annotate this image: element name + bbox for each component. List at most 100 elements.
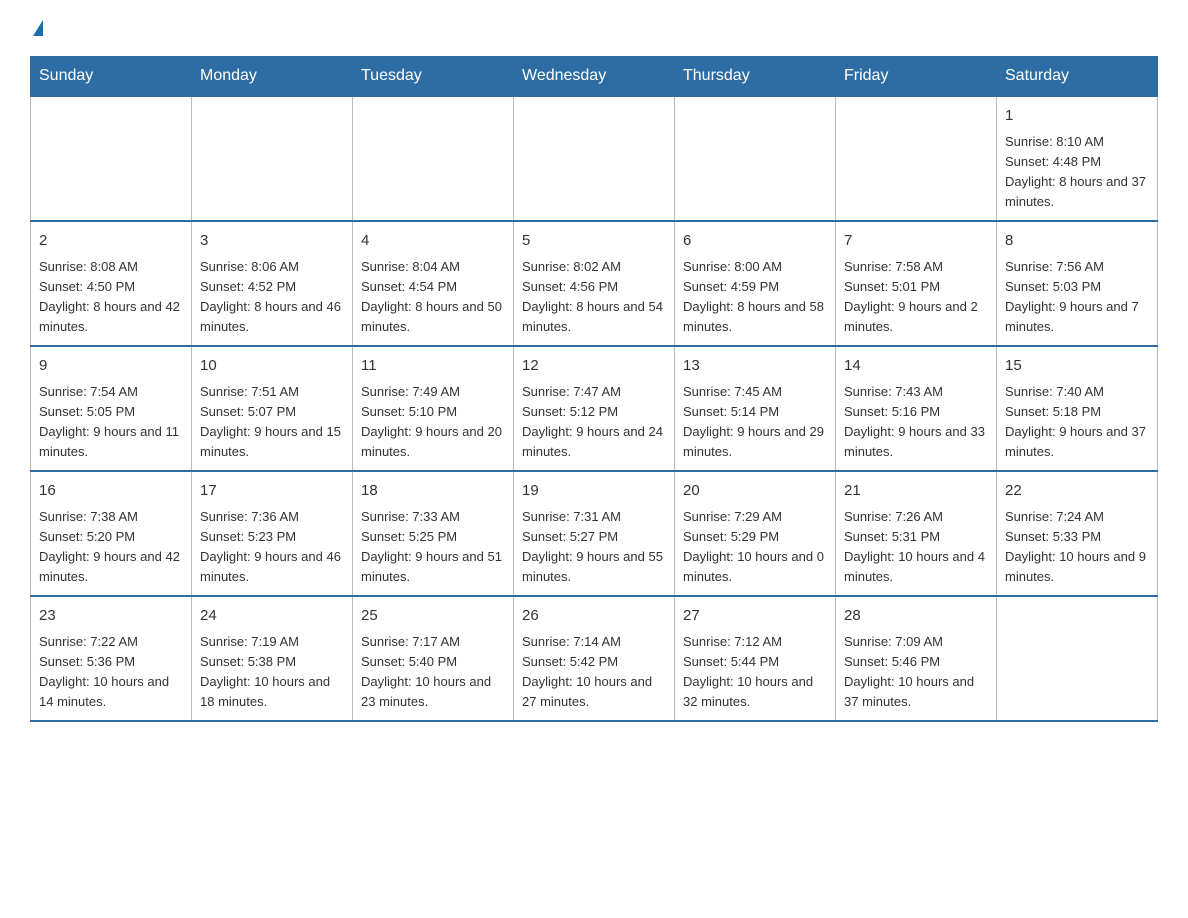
day-number: 4: [361, 230, 505, 253]
day-number: 2: [39, 230, 183, 253]
day-info: Sunrise: 7:09 AM Sunset: 5:46 PM Dayligh…: [844, 634, 974, 709]
calendar-week-row: 1 Sunrise: 8:10 AM Sunset: 4:48 PM Daylig…: [31, 96, 1158, 221]
calendar-cell: [997, 596, 1158, 721]
day-info: Sunrise: 7:58 AM Sunset: 5:01 PM Dayligh…: [844, 259, 978, 334]
day-number: 28: [844, 605, 988, 628]
calendar-cell: 27 Sunrise: 7:12 AM Sunset: 5:44 PM Dayli…: [675, 596, 836, 721]
calendar-cell: 13 Sunrise: 7:45 AM Sunset: 5:14 PM Dayli…: [675, 346, 836, 471]
day-number: 19: [522, 480, 666, 503]
page-header: [30, 20, 1158, 36]
calendar-cell: 28 Sunrise: 7:09 AM Sunset: 5:46 PM Dayli…: [836, 596, 997, 721]
day-number: 15: [1005, 355, 1149, 378]
day-number: 26: [522, 605, 666, 628]
day-info: Sunrise: 7:38 AM Sunset: 5:20 PM Dayligh…: [39, 509, 180, 584]
day-info: Sunrise: 7:26 AM Sunset: 5:31 PM Dayligh…: [844, 509, 985, 584]
day-info: Sunrise: 7:45 AM Sunset: 5:14 PM Dayligh…: [683, 384, 824, 459]
day-number: 23: [39, 605, 183, 628]
calendar-cell: [675, 96, 836, 221]
calendar-cell: 4 Sunrise: 8:04 AM Sunset: 4:54 PM Daylig…: [353, 221, 514, 346]
day-info: Sunrise: 7:51 AM Sunset: 5:07 PM Dayligh…: [200, 384, 341, 459]
calendar-header-thursday: Thursday: [675, 57, 836, 97]
day-info: Sunrise: 7:47 AM Sunset: 5:12 PM Dayligh…: [522, 384, 663, 459]
day-number: 5: [522, 230, 666, 253]
calendar-cell: 26 Sunrise: 7:14 AM Sunset: 5:42 PM Dayli…: [514, 596, 675, 721]
day-info: Sunrise: 7:22 AM Sunset: 5:36 PM Dayligh…: [39, 634, 169, 709]
calendar-cell: 10 Sunrise: 7:51 AM Sunset: 5:07 PM Dayli…: [192, 346, 353, 471]
day-number: 7: [844, 230, 988, 253]
day-number: 3: [200, 230, 344, 253]
day-info: Sunrise: 8:04 AM Sunset: 4:54 PM Dayligh…: [361, 259, 502, 334]
day-number: 12: [522, 355, 666, 378]
day-info: Sunrise: 8:02 AM Sunset: 4:56 PM Dayligh…: [522, 259, 663, 334]
calendar-cell: 22 Sunrise: 7:24 AM Sunset: 5:33 PM Dayli…: [997, 471, 1158, 596]
calendar-week-row: 16 Sunrise: 7:38 AM Sunset: 5:20 PM Dayli…: [31, 471, 1158, 596]
calendar-cell: 8 Sunrise: 7:56 AM Sunset: 5:03 PM Daylig…: [997, 221, 1158, 346]
calendar-header-tuesday: Tuesday: [353, 57, 514, 97]
day-info: Sunrise: 7:29 AM Sunset: 5:29 PM Dayligh…: [683, 509, 824, 584]
day-info: Sunrise: 7:54 AM Sunset: 5:05 PM Dayligh…: [39, 384, 179, 459]
day-number: 13: [683, 355, 827, 378]
calendar-cell: 6 Sunrise: 8:00 AM Sunset: 4:59 PM Daylig…: [675, 221, 836, 346]
calendar-cell: 5 Sunrise: 8:02 AM Sunset: 4:56 PM Daylig…: [514, 221, 675, 346]
day-info: Sunrise: 8:08 AM Sunset: 4:50 PM Dayligh…: [39, 259, 180, 334]
calendar-cell: 14Sunrise: 7:43 AM Sunset: 5:16 PM Dayli…: [836, 346, 997, 471]
calendar-cell: [353, 96, 514, 221]
day-number: 8: [1005, 230, 1149, 253]
calendar-cell: 1 Sunrise: 8:10 AM Sunset: 4:48 PM Daylig…: [997, 96, 1158, 221]
calendar-table: SundayMondayTuesdayWednesdayThursdayFrid…: [30, 56, 1158, 722]
calendar-cell: [514, 96, 675, 221]
calendar-cell: 25 Sunrise: 7:17 AM Sunset: 5:40 PM Dayli…: [353, 596, 514, 721]
calendar-cell: 11Sunrise: 7:49 AM Sunset: 5:10 PM Dayli…: [353, 346, 514, 471]
day-number: 16: [39, 480, 183, 503]
calendar-cell: 18 Sunrise: 7:33 AM Sunset: 5:25 PM Dayli…: [353, 471, 514, 596]
day-number: 9: [39, 355, 183, 378]
day-info: Sunrise: 7:40 AM Sunset: 5:18 PM Dayligh…: [1005, 384, 1146, 459]
day-info: Sunrise: 7:36 AM Sunset: 5:23 PM Dayligh…: [200, 509, 341, 584]
day-info: Sunrise: 7:17 AM Sunset: 5:40 PM Dayligh…: [361, 634, 491, 709]
calendar-cell: [192, 96, 353, 221]
calendar-week-row: 9 Sunrise: 7:54 AM Sunset: 5:05 PM Daylig…: [31, 346, 1158, 471]
day-info: Sunrise: 7:31 AM Sunset: 5:27 PM Dayligh…: [522, 509, 663, 584]
calendar-cell: 7 Sunrise: 7:58 AM Sunset: 5:01 PM Daylig…: [836, 221, 997, 346]
day-info: Sunrise: 7:19 AM Sunset: 5:38 PM Dayligh…: [200, 634, 330, 709]
calendar-week-row: 2 Sunrise: 8:08 AM Sunset: 4:50 PM Daylig…: [31, 221, 1158, 346]
day-number: 25: [361, 605, 505, 628]
calendar-cell: [31, 96, 192, 221]
day-info: Sunrise: 7:56 AM Sunset: 5:03 PM Dayligh…: [1005, 259, 1139, 334]
day-info: Sunrise: 7:43 AM Sunset: 5:16 PM Dayligh…: [844, 384, 985, 459]
day-info: Sunrise: 8:00 AM Sunset: 4:59 PM Dayligh…: [683, 259, 824, 334]
day-number: 22: [1005, 480, 1149, 503]
calendar-header-saturday: Saturday: [997, 57, 1158, 97]
day-info: Sunrise: 8:10 AM Sunset: 4:48 PM Dayligh…: [1005, 134, 1146, 209]
day-info: Sunrise: 7:14 AM Sunset: 5:42 PM Dayligh…: [522, 634, 652, 709]
logo-triangle-icon: [33, 20, 43, 36]
calendar-cell: 20 Sunrise: 7:29 AM Sunset: 5:29 PM Dayli…: [675, 471, 836, 596]
day-number: 17: [200, 480, 344, 503]
day-number: 20: [683, 480, 827, 503]
day-info: Sunrise: 7:24 AM Sunset: 5:33 PM Dayligh…: [1005, 509, 1146, 584]
day-info: Sunrise: 7:49 AM Sunset: 5:10 PM Dayligh…: [361, 384, 502, 459]
calendar-cell: 16 Sunrise: 7:38 AM Sunset: 5:20 PM Dayli…: [31, 471, 192, 596]
day-info: Sunrise: 7:12 AM Sunset: 5:44 PM Dayligh…: [683, 634, 813, 709]
calendar-cell: 2 Sunrise: 8:08 AM Sunset: 4:50 PM Daylig…: [31, 221, 192, 346]
calendar-header-wednesday: Wednesday: [514, 57, 675, 97]
calendar-cell: 15 Sunrise: 7:40 AM Sunset: 5:18 PM Dayli…: [997, 346, 1158, 471]
day-number: 6: [683, 230, 827, 253]
calendar-week-row: 23 Sunrise: 7:22 AM Sunset: 5:36 PM Dayli…: [31, 596, 1158, 721]
calendar-cell: 21Sunrise: 7:26 AM Sunset: 5:31 PM Dayli…: [836, 471, 997, 596]
calendar-header-monday: Monday: [192, 57, 353, 97]
calendar-cell: [836, 96, 997, 221]
day-info: Sunrise: 8:06 AM Sunset: 4:52 PM Dayligh…: [200, 259, 341, 334]
calendar-header-row: SundayMondayTuesdayWednesdayThursdayFrid…: [31, 57, 1158, 97]
calendar-cell: 12 Sunrise: 7:47 AM Sunset: 5:12 PM Dayli…: [514, 346, 675, 471]
calendar-header-sunday: Sunday: [31, 57, 192, 97]
day-number: 10: [200, 355, 344, 378]
day-number: 27: [683, 605, 827, 628]
day-info: Sunrise: 7:33 AM Sunset: 5:25 PM Dayligh…: [361, 509, 502, 584]
day-number: 1: [1005, 105, 1149, 128]
calendar-cell: 19 Sunrise: 7:31 AM Sunset: 5:27 PM Dayli…: [514, 471, 675, 596]
calendar-cell: 23 Sunrise: 7:22 AM Sunset: 5:36 PM Dayli…: [31, 596, 192, 721]
calendar-cell: 3 Sunrise: 8:06 AM Sunset: 4:52 PM Daylig…: [192, 221, 353, 346]
calendar-header-friday: Friday: [836, 57, 997, 97]
day-number: 18: [361, 480, 505, 503]
